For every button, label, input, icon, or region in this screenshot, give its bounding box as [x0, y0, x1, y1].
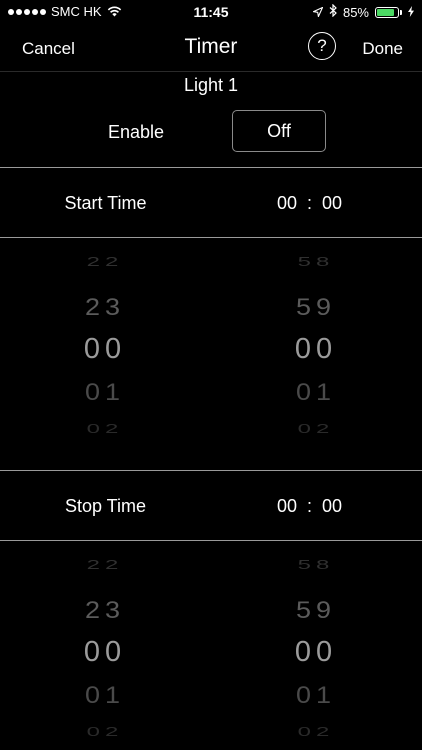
- nav-divider: [0, 71, 422, 72]
- stop-time-value[interactable]: 00 : 00: [277, 496, 342, 517]
- status-right: 85%: [311, 3, 414, 20]
- nav-bar: Cancel Timer ? Done: [0, 24, 422, 70]
- time-separator: :: [307, 496, 313, 516]
- picker-selected-option: 00: [83, 333, 127, 365]
- picker-selected-option: 00: [294, 333, 338, 365]
- help-button[interactable]: ?: [308, 32, 336, 60]
- device-name: Light 1: [183, 75, 239, 95]
- picker-option: 22: [86, 557, 124, 573]
- stop-minute-wheel[interactable]: 58 59 00 01 02: [291, 541, 341, 750]
- picker-option: 58: [297, 254, 335, 270]
- stop-hour-wheel[interactable]: 22 23 00 01 02: [80, 541, 130, 750]
- page-title: Timer: [184, 35, 238, 58]
- picker-selected-option: 00: [294, 636, 338, 668]
- charging-bolt-icon: [408, 5, 414, 20]
- picker-option: 01: [295, 378, 337, 406]
- battery-icon: [375, 6, 402, 18]
- done-button[interactable]: Done: [362, 39, 403, 59]
- enable-toggle-button[interactable]: Off: [232, 110, 326, 152]
- enable-label: Enable: [108, 122, 165, 142]
- start-time-value[interactable]: 00 : 00: [277, 193, 342, 214]
- picker-option: 01: [295, 681, 337, 709]
- battery-percent: 85%: [342, 4, 369, 20]
- picker-selected-option: 00: [83, 636, 127, 668]
- stop-hour-value: 00: [277, 496, 298, 516]
- location-arrow-icon: [311, 5, 324, 20]
- start-minute-wheel[interactable]: 58 59 00 01 02: [291, 238, 341, 470]
- picker-option: 22: [86, 254, 124, 270]
- picker-option: 23: [84, 596, 126, 624]
- stop-minute-value: 00: [322, 496, 343, 516]
- start-minute-value: 00: [322, 193, 343, 213]
- start-hour-wheel[interactable]: 22 23 00 01 02: [80, 238, 130, 470]
- picker-option: 59: [295, 596, 337, 624]
- picker-option: 59: [295, 293, 337, 321]
- divider: [0, 167, 422, 168]
- status-bar: SMC HK 11:45 85%: [0, 0, 422, 24]
- start-time-label: Start Time: [64, 193, 147, 213]
- stop-time-label: Stop Time: [64, 496, 147, 516]
- start-hour-value: 00: [277, 193, 298, 213]
- picker-option: 02: [297, 421, 335, 437]
- picker-option: 23: [84, 293, 126, 321]
- time-separator: :: [307, 193, 313, 213]
- picker-option: 02: [86, 724, 124, 740]
- picker-option: 02: [86, 421, 124, 437]
- start-time-picker: 22 23 00 01 02 58 59 00 01 02: [0, 238, 422, 470]
- picker-option: 01: [84, 681, 126, 709]
- picker-option: 01: [84, 378, 126, 406]
- bluetooth-icon: [329, 3, 337, 20]
- picker-option: 58: [297, 557, 335, 573]
- stop-time-picker: 22 23 00 01 02 58 59 00 01 02: [0, 541, 422, 750]
- picker-option: 02: [297, 724, 335, 740]
- divider: [0, 470, 422, 471]
- question-mark-icon: ?: [317, 36, 327, 55]
